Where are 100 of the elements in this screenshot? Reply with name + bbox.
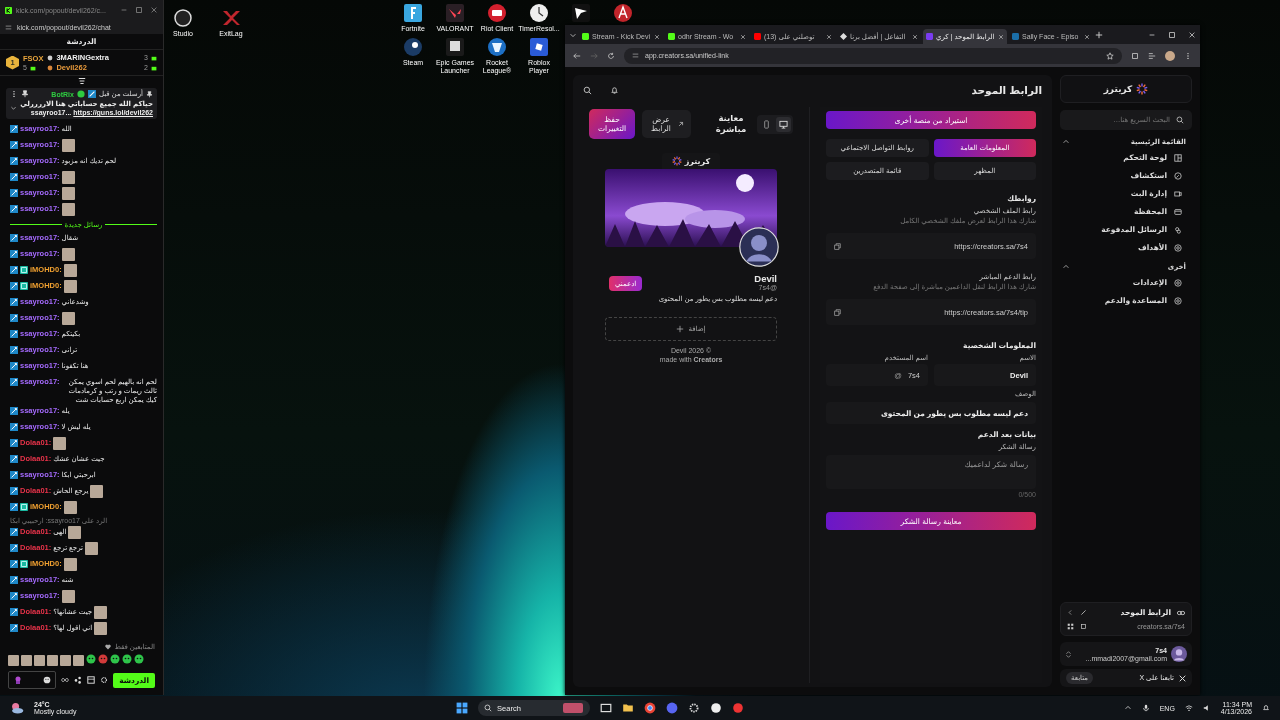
gift-icon [29, 64, 36, 71]
more-icon[interactable] [10, 90, 18, 98]
infinity-icon[interactable] [61, 676, 70, 684]
close-icon[interactable] [1188, 30, 1196, 39]
sword-badge-icon [10, 298, 18, 307]
sword-badge-icon [10, 592, 18, 601]
wallet-icon [1174, 207, 1182, 216]
copy-icon[interactable] [1080, 623, 1087, 630]
microphone-icon[interactable] [1141, 704, 1150, 712]
store-icon[interactable] [87, 676, 96, 684]
share-icon[interactable] [74, 676, 83, 684]
app-icon[interactable] [403, 3, 423, 23]
close-icon[interactable] [654, 33, 660, 40]
emote-icon[interactable] [134, 654, 144, 664]
extensions-icon[interactable] [1131, 51, 1139, 60]
copy-icon[interactable] [834, 242, 841, 250]
back-icon[interactable] [573, 51, 581, 60]
sword-badge-icon [10, 407, 18, 416]
start-icon[interactable] [456, 702, 469, 714]
emote-icon[interactable] [98, 654, 108, 664]
logo-card[interactable]: كريترز [1060, 75, 1192, 103]
sword-badge-icon [10, 125, 18, 134]
emote-icon[interactable] [122, 654, 132, 664]
bookmark-star-icon[interactable] [1106, 51, 1114, 60]
wifi-icon[interactable] [1184, 704, 1193, 712]
chevron-icon[interactable] [1062, 263, 1070, 271]
weather-icon[interactable] [10, 701, 24, 715]
chat-app-icon[interactable] [666, 702, 679, 714]
reload-icon[interactable] [607, 51, 615, 60]
monitor-icon [779, 119, 788, 129]
site-info-icon[interactable] [5, 23, 12, 31]
app-icon[interactable] [529, 3, 549, 23]
task-view-icon[interactable] [600, 702, 613, 714]
sword-badge-icon [10, 282, 18, 291]
volume-icon[interactable] [1202, 704, 1211, 712]
chevron-up-icon[interactable] [1123, 704, 1132, 712]
profile-avatar[interactable] [1165, 50, 1175, 61]
folder-icon[interactable] [622, 702, 635, 714]
app-icon[interactable] [710, 702, 723, 714]
close-icon[interactable] [1084, 33, 1090, 40]
close-icon[interactable] [740, 33, 746, 40]
chat-input[interactable] [8, 671, 57, 689]
app-icon[interactable] [445, 37, 465, 58]
chevron-icon[interactable] [1062, 138, 1070, 146]
qr-code-icon[interactable] [1067, 623, 1074, 630]
browser-icon[interactable] [644, 702, 657, 714]
chevron-down-icon[interactable] [10, 104, 17, 112]
info-icon [1174, 296, 1182, 305]
new-tab-icon[interactable] [1095, 30, 1103, 39]
app-icon[interactable] [403, 37, 423, 58]
pin-icon[interactable] [21, 90, 29, 98]
emote-icon[interactable] [110, 654, 120, 664]
x-logo-icon [1179, 674, 1186, 682]
emote-icon[interactable] [86, 654, 96, 664]
favicon-icon [840, 33, 847, 40]
filter-icon[interactable] [77, 77, 86, 85]
profile-name: Devil [754, 273, 777, 284]
favicon-icon [754, 33, 761, 40]
close-icon[interactable] [998, 33, 1004, 40]
sword-badge-icon [10, 487, 18, 496]
app-icon[interactable] [173, 8, 193, 28]
preview-title: معاينة مباشرة [714, 112, 748, 136]
search-icon[interactable] [583, 85, 592, 95]
sword-badge-icon [10, 362, 18, 371]
close-icon[interactable] [912, 33, 918, 40]
sword-badge-icon [10, 423, 18, 432]
sword-badge-icon [10, 624, 18, 633]
copy-icon[interactable] [834, 308, 841, 316]
sword-badge-icon [10, 608, 18, 617]
bot-badge-icon [76, 90, 85, 98]
emoji-icon[interactable] [43, 676, 52, 684]
notification-icon[interactable] [1262, 704, 1270, 712]
app-icon[interactable] [487, 3, 507, 23]
bell-icon[interactable] [610, 85, 619, 95]
sticker-icon[interactable] [13, 675, 23, 685]
search-icon [484, 704, 493, 712]
link-icon [1177, 608, 1185, 617]
app-icon[interactable] [571, 3, 591, 23]
extension-icon[interactable] [1148, 51, 1156, 60]
app-icon[interactable] [487, 37, 507, 58]
app-icon[interactable] [613, 3, 633, 23]
sword-badge-icon [10, 189, 18, 198]
search-highlight-icon [562, 703, 585, 713]
plus-icon [676, 325, 685, 333]
settings-icon[interactable] [100, 676, 109, 684]
gear-icon[interactable] [688, 702, 701, 714]
close-icon[interactable] [826, 33, 832, 40]
coins-icon [1174, 225, 1182, 234]
desktop-view-button[interactable] [776, 116, 791, 132]
close-icon[interactable] [150, 6, 158, 14]
sword-badge-icon [10, 576, 18, 585]
sword-badge-icon [10, 173, 18, 182]
sword-badge-icon [10, 314, 18, 323]
maximize-icon[interactable] [1168, 30, 1176, 39]
maximize-icon[interactable] [135, 6, 143, 14]
heart-icon [105, 644, 112, 650]
sword-badge-icon [10, 330, 18, 339]
menu-icon[interactable] [1184, 51, 1192, 60]
pencil-icon[interactable] [1080, 609, 1087, 616]
app-icon[interactable] [529, 37, 549, 58]
